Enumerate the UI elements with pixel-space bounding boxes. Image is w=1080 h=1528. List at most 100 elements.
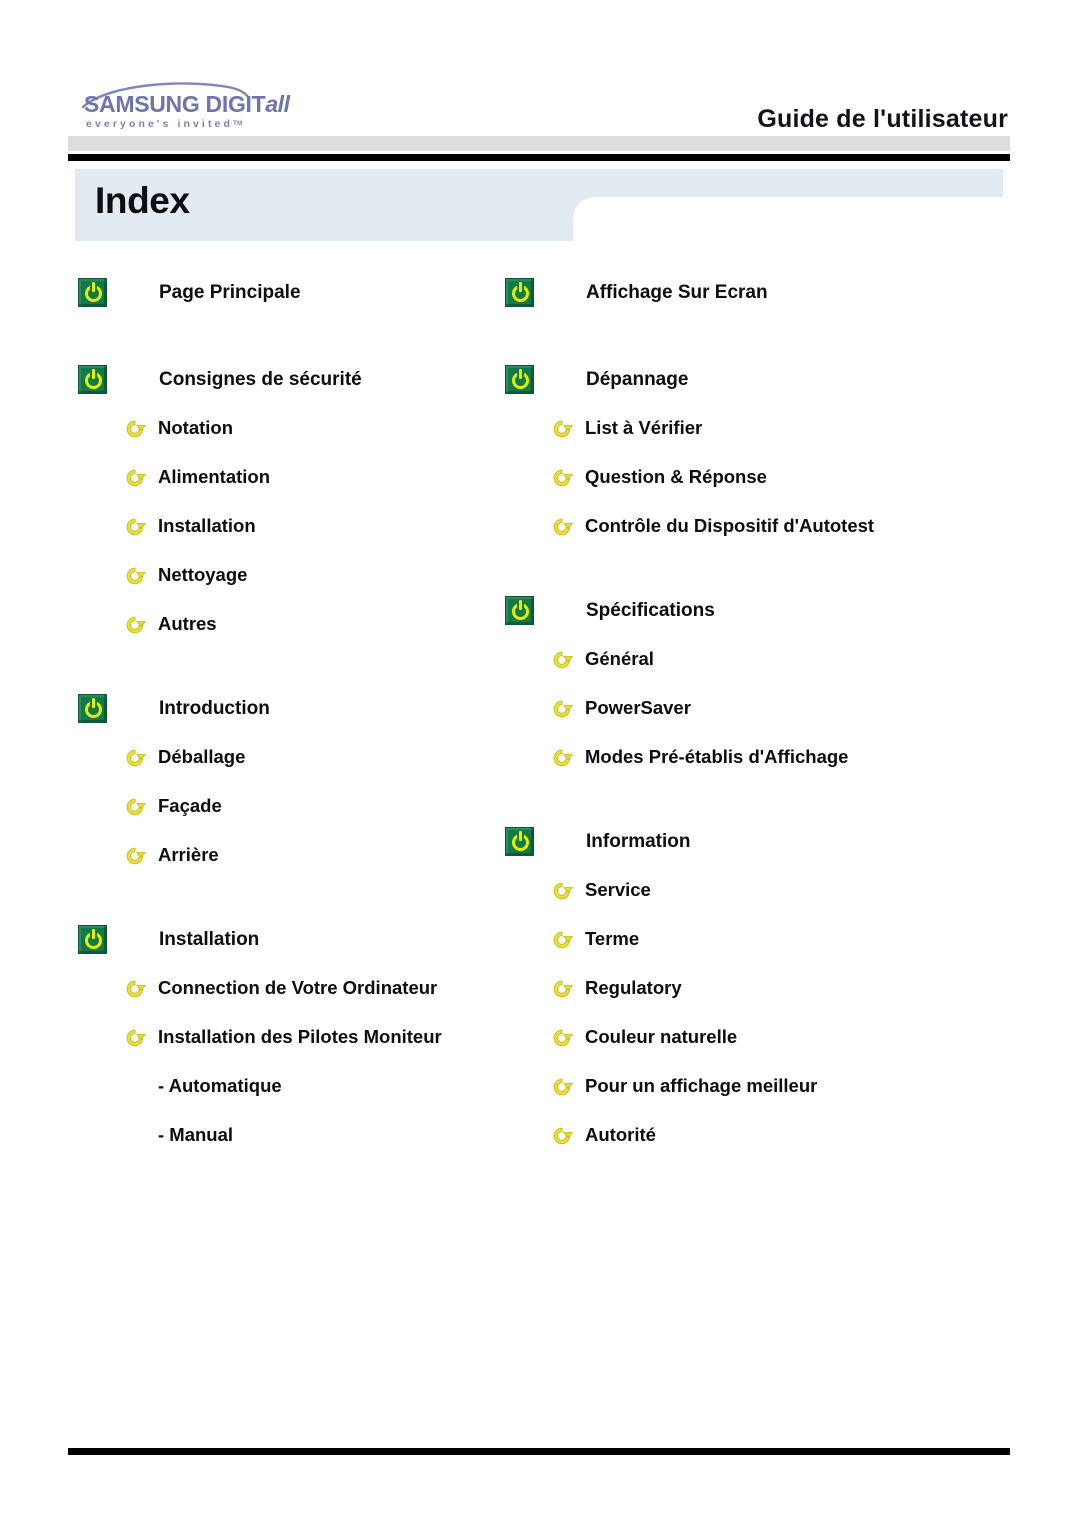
index-section-row[interactable]: Page Principale bbox=[78, 268, 498, 317]
yellow-arrow-icon[interactable] bbox=[122, 612, 148, 638]
yellow-arrow-icon[interactable] bbox=[549, 647, 575, 673]
index-section-label[interactable]: Page Principale bbox=[159, 283, 301, 302]
logo-trademark-mark: TM bbox=[233, 120, 243, 127]
yellow-arrow-icon[interactable] bbox=[122, 976, 148, 1002]
index-item-row[interactable]: Installation bbox=[78, 502, 498, 551]
yellow-arrow-icon[interactable] bbox=[549, 514, 575, 540]
index-item-row[interactable]: Terme bbox=[505, 915, 975, 964]
yellow-arrow-icon[interactable] bbox=[122, 745, 148, 771]
green-power-icon[interactable] bbox=[78, 278, 107, 307]
green-power-icon[interactable] bbox=[505, 365, 534, 394]
index-item-row[interactable]: Regulatory bbox=[505, 964, 975, 1013]
yellow-arrow-icon[interactable] bbox=[549, 878, 575, 904]
yellow-arrow-icon[interactable] bbox=[549, 416, 575, 442]
yellow-arrow-icon[interactable] bbox=[549, 696, 575, 722]
index-section-row[interactable]: Affichage Sur Ecran bbox=[505, 268, 975, 317]
yellow-arrow-icon[interactable] bbox=[549, 1123, 575, 1149]
index-item-label[interactable]: Arrière bbox=[158, 846, 219, 865]
index-item-row[interactable]: Question & Réponse bbox=[505, 453, 975, 502]
index-item-row[interactable]: Couleur naturelle bbox=[505, 1013, 975, 1062]
index-item-row[interactable]: Modes Pré-établis d'Affichage bbox=[505, 733, 975, 782]
index-item-label[interactable]: Général bbox=[585, 650, 654, 669]
yellow-arrow-icon[interactable] bbox=[549, 1074, 575, 1100]
index-item-label[interactable]: Question & Réponse bbox=[585, 468, 767, 487]
yellow-arrow-icon[interactable] bbox=[549, 465, 575, 491]
index-item-label[interactable]: Connection de Votre Ordinateur bbox=[158, 979, 437, 998]
index-item-row[interactable]: Déballage bbox=[78, 733, 498, 782]
index-item-row[interactable]: Nettoyage bbox=[78, 551, 498, 600]
index-item-label[interactable]: Installation bbox=[158, 517, 256, 536]
index-item-row[interactable]: Service bbox=[505, 866, 975, 915]
logo-wordmark-main: SAMSUNG DIGIT bbox=[84, 91, 266, 117]
index-subitem-label[interactable]: - Manual bbox=[158, 1126, 233, 1145]
index-section-row[interactable]: Spécifications bbox=[505, 586, 975, 635]
index-section-label[interactable]: Spécifications bbox=[586, 601, 715, 620]
index-section-label[interactable]: Consignes de sécurité bbox=[159, 370, 362, 389]
green-power-icon[interactable] bbox=[505, 278, 534, 307]
index-item-label[interactable]: Couleur naturelle bbox=[585, 1028, 737, 1047]
index-item-row[interactable]: Alimentation bbox=[78, 453, 498, 502]
index-item-row[interactable]: Contrôle du Dispositif d'Autotest bbox=[505, 502, 975, 551]
yellow-arrow-icon[interactable] bbox=[122, 1025, 148, 1051]
index-item-row[interactable]: Installation des Pilotes Moniteur bbox=[78, 1013, 498, 1062]
index-item-row[interactable]: Autres bbox=[78, 600, 498, 649]
index-item-row[interactable]: Notation bbox=[78, 404, 498, 453]
index-item-row[interactable]: Arrière bbox=[78, 831, 498, 880]
index-item-label[interactable]: Terme bbox=[585, 930, 639, 949]
index-item-label[interactable]: Modes Pré-établis d'Affichage bbox=[585, 748, 848, 767]
index-subitem-label[interactable]: - Automatique bbox=[158, 1077, 282, 1096]
index-item-label[interactable]: Déballage bbox=[158, 748, 245, 767]
index-item-label[interactable]: Regulatory bbox=[585, 979, 682, 998]
index-item-row[interactable]: Façade bbox=[78, 782, 498, 831]
index-item-row[interactable]: PowerSaver bbox=[505, 684, 975, 733]
yellow-arrow-icon[interactable] bbox=[122, 843, 148, 869]
index-item-row[interactable]: Autorité bbox=[505, 1111, 975, 1160]
index-section-row[interactable]: Dépannage bbox=[505, 355, 975, 404]
index-item-label[interactable]: Autres bbox=[158, 615, 217, 634]
yellow-arrow-icon[interactable] bbox=[122, 416, 148, 442]
green-power-icon[interactable] bbox=[78, 365, 107, 394]
yellow-arrow-icon[interactable] bbox=[549, 976, 575, 1002]
index-section-label[interactable]: Affichage Sur Ecran bbox=[586, 283, 768, 302]
index-section-row[interactable]: Information bbox=[505, 817, 975, 866]
index-section-label[interactable]: Dépannage bbox=[586, 370, 688, 389]
green-power-icon[interactable] bbox=[78, 925, 107, 954]
yellow-arrow-icon[interactable] bbox=[549, 1025, 575, 1051]
index-item-label[interactable]: Pour un affichage meilleur bbox=[585, 1077, 817, 1096]
yellow-arrow-icon[interactable] bbox=[122, 794, 148, 820]
index-item-label[interactable]: Alimentation bbox=[158, 468, 270, 487]
index-group: Introduction Déballage Façade Arrière bbox=[78, 684, 498, 880]
yellow-arrow-icon[interactable] bbox=[122, 514, 148, 540]
index-subitem-row[interactable]: - Manual bbox=[78, 1111, 498, 1160]
index-item-row[interactable]: List à Vérifier bbox=[505, 404, 975, 453]
index-section-row[interactable]: Consignes de sécurité bbox=[78, 355, 498, 404]
green-power-icon[interactable] bbox=[78, 694, 107, 723]
index-section-label[interactable]: Installation bbox=[159, 930, 259, 949]
yellow-arrow-icon[interactable] bbox=[122, 465, 148, 491]
samsung-digitall-logo: SAMSUNG DIGITall everyone's invitedTM bbox=[78, 80, 290, 135]
index-item-label[interactable]: Autorité bbox=[585, 1126, 656, 1145]
index-item-row[interactable]: Pour un affichage meilleur bbox=[505, 1062, 975, 1111]
index-item-row[interactable]: Connection de Votre Ordinateur bbox=[78, 964, 498, 1013]
index-item-label[interactable]: List à Vérifier bbox=[585, 419, 702, 438]
index-subitem-row[interactable]: - Automatique bbox=[78, 1062, 498, 1111]
index-item-label[interactable]: Contrôle du Dispositif d'Autotest bbox=[585, 517, 874, 536]
yellow-arrow-icon[interactable] bbox=[549, 745, 575, 771]
index-item-label[interactable]: Nettoyage bbox=[158, 566, 247, 585]
index-section-row[interactable]: Installation bbox=[78, 915, 498, 964]
green-power-icon[interactable] bbox=[505, 827, 534, 856]
index-item-label[interactable]: Notation bbox=[158, 419, 233, 438]
index-section-label[interactable]: Introduction bbox=[159, 699, 270, 718]
green-power-icon[interactable] bbox=[505, 596, 534, 625]
index-item-label[interactable]: Service bbox=[585, 881, 651, 900]
index-item-label[interactable]: PowerSaver bbox=[585, 699, 691, 718]
footer-divider-rule bbox=[68, 1448, 1010, 1455]
yellow-arrow-icon[interactable] bbox=[549, 927, 575, 953]
index-item-row[interactable]: Général bbox=[505, 635, 975, 684]
index-item-label[interactable]: Façade bbox=[158, 797, 222, 816]
index-section-row[interactable]: Introduction bbox=[78, 684, 498, 733]
index-section-label[interactable]: Information bbox=[586, 832, 691, 851]
index-item-label[interactable]: Installation des Pilotes Moniteur bbox=[158, 1028, 442, 1047]
yellow-arrow-icon[interactable] bbox=[122, 563, 148, 589]
